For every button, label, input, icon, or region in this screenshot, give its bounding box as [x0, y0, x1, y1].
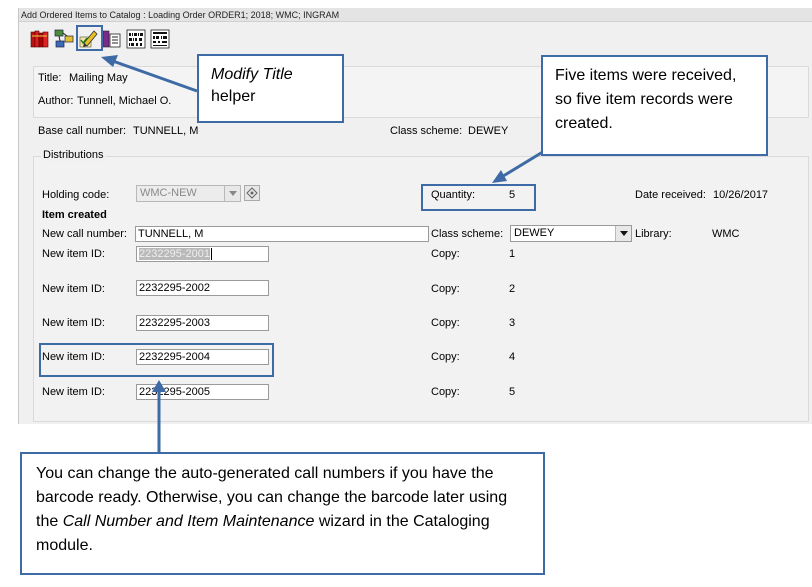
modify-title-callout: Modify Title helper [197, 54, 344, 123]
quantity-callout: Five items were received, so five item r… [541, 55, 768, 156]
call-number-callout: You can change the auto-generated call n… [20, 452, 545, 575]
